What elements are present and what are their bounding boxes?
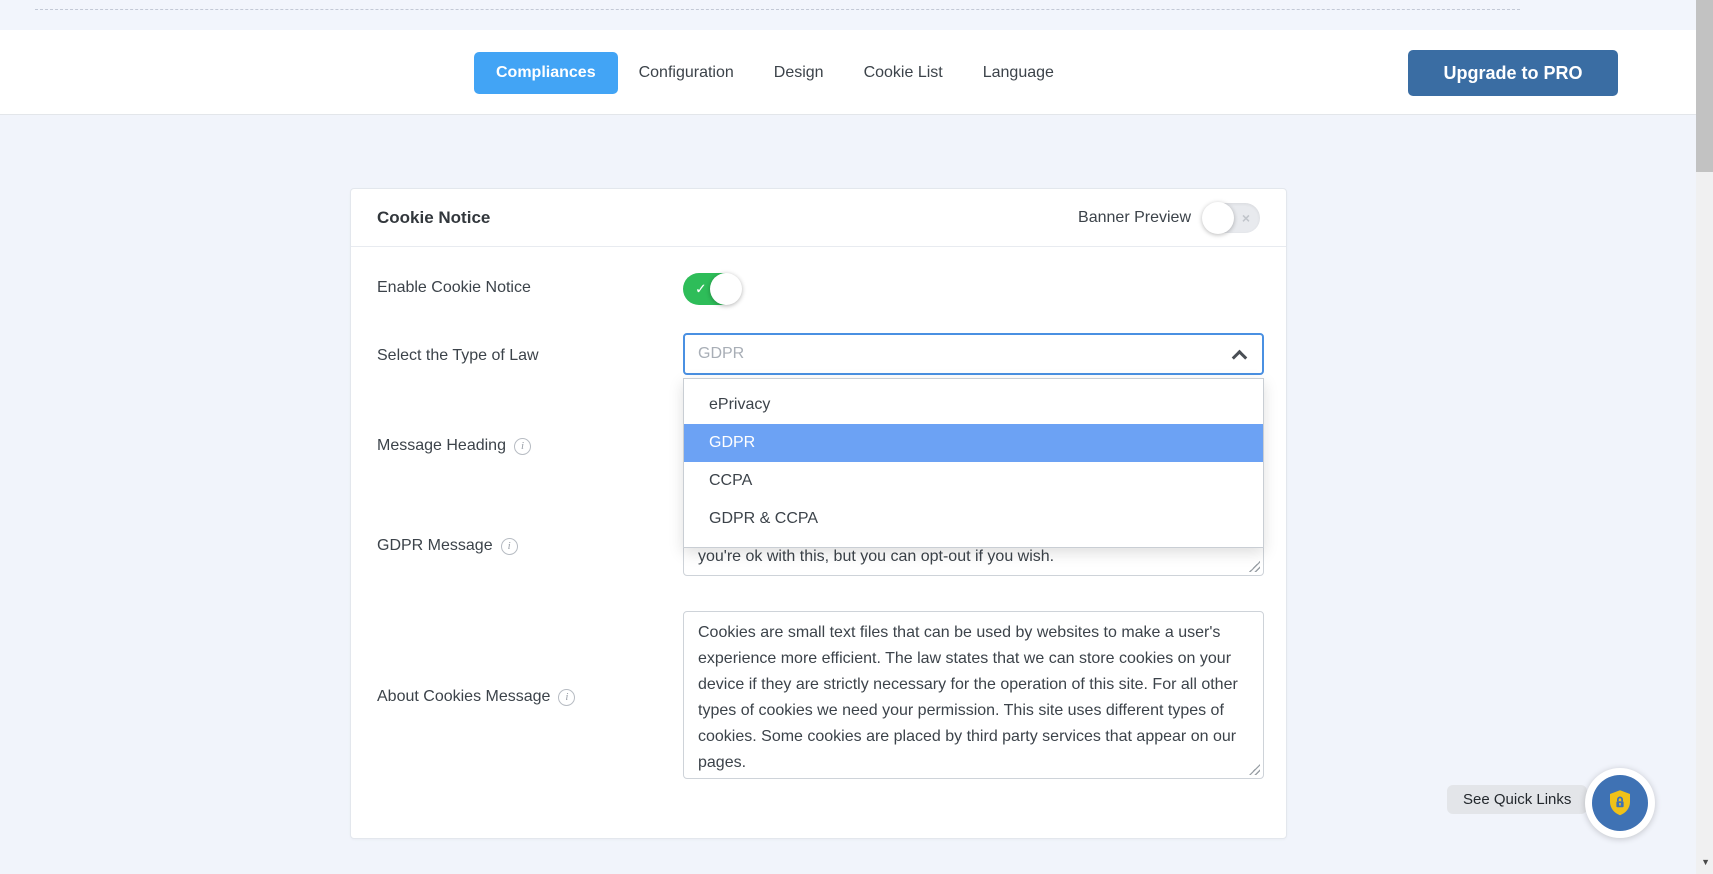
law-dropdown-menu: ePrivacy GDPR CCPA GDPR & CCPA xyxy=(683,378,1264,548)
type-of-law-label-text: Select the Type of Law xyxy=(377,347,539,364)
about-cookies-text: Cookies are small text files that can be… xyxy=(698,624,1238,771)
tab-compliances[interactable]: Compliances xyxy=(474,51,618,94)
info-icon[interactable]: i xyxy=(558,688,576,706)
enable-cookie-notice-label: Enable Cookie Notice xyxy=(377,279,531,297)
gdpr-message-label: GDPR Message i xyxy=(377,537,518,555)
quick-links-fab[interactable] xyxy=(1585,768,1655,838)
toggle-x-icon: × xyxy=(1241,209,1250,226)
card-header: Cookie Notice Banner Preview × xyxy=(351,189,1286,247)
info-icon[interactable]: i xyxy=(513,437,531,455)
cookie-notice-card: Cookie Notice Banner Preview × Enable Co… xyxy=(350,188,1287,839)
see-quick-links-button[interactable]: See Quick Links xyxy=(1447,785,1588,814)
type-of-law-label: Select the Type of Law xyxy=(377,347,539,365)
scrollbar-track[interactable]: ▼ xyxy=(1696,0,1713,874)
fab-circle xyxy=(1592,775,1648,831)
law-option-eprivacy[interactable]: ePrivacy xyxy=(684,386,1263,424)
type-of-law-value: GDPR xyxy=(698,345,745,362)
chevron-up-icon xyxy=(1231,349,1248,366)
info-icon[interactable]: i xyxy=(500,537,518,555)
see-quick-links-label: See Quick Links xyxy=(1463,791,1572,808)
scrollbar-down-arrow-icon[interactable]: ▼ xyxy=(1701,857,1710,867)
toggle-check-icon: ✓ xyxy=(695,280,707,297)
resize-handle[interactable] xyxy=(1249,561,1260,572)
nav-tabs: Compliances Configuration Design Cookie … xyxy=(474,30,1054,115)
top-navbar: Compliances Configuration Design Cookie … xyxy=(0,30,1696,115)
scrollbar-thumb[interactable] xyxy=(1696,0,1713,172)
enable-cookie-notice-label-text: Enable Cookie Notice xyxy=(377,279,531,296)
law-option-ccpa[interactable]: CCPA xyxy=(684,462,1263,500)
law-option-gdpr[interactable]: GDPR xyxy=(684,424,1263,462)
about-cookies-label-text: About Cookies Message xyxy=(377,688,551,705)
tab-design[interactable]: Design xyxy=(774,64,824,82)
card-title: Cookie Notice xyxy=(377,207,491,227)
type-of-law-select[interactable]: GDPR xyxy=(683,333,1264,375)
tab-cookie-list[interactable]: Cookie List xyxy=(864,64,943,82)
top-divider-line xyxy=(35,9,1520,10)
banner-preview-toggle[interactable]: × xyxy=(1202,201,1260,234)
message-heading-label: Message Heading i xyxy=(377,437,531,455)
toggle-knob xyxy=(710,273,742,305)
toggle-knob xyxy=(1202,201,1234,234)
message-heading-label-text: Message Heading xyxy=(377,437,506,454)
tab-configuration[interactable]: Configuration xyxy=(639,64,734,82)
top-strip xyxy=(0,0,1696,30)
gdpr-message-visible-text: you're ok with this, but you can opt-out… xyxy=(698,548,1055,565)
shield-lock-icon xyxy=(1610,790,1630,816)
tab-language[interactable]: Language xyxy=(983,64,1054,82)
upgrade-to-pro-button[interactable]: Upgrade to PRO xyxy=(1408,50,1618,96)
banner-preview-control: Banner Preview × xyxy=(1078,201,1260,234)
law-option-gdpr-ccpa[interactable]: GDPR & CCPA xyxy=(684,500,1263,538)
enable-cookie-notice-toggle[interactable]: ✓ xyxy=(683,273,742,305)
about-cookies-textarea[interactable]: Cookies are small text files that can be… xyxy=(683,611,1264,779)
about-cookies-label: About Cookies Message i xyxy=(377,688,576,706)
resize-handle[interactable] xyxy=(1249,764,1260,775)
gdpr-message-label-text: GDPR Message xyxy=(377,537,493,554)
banner-preview-label: Banner Preview xyxy=(1078,208,1191,226)
